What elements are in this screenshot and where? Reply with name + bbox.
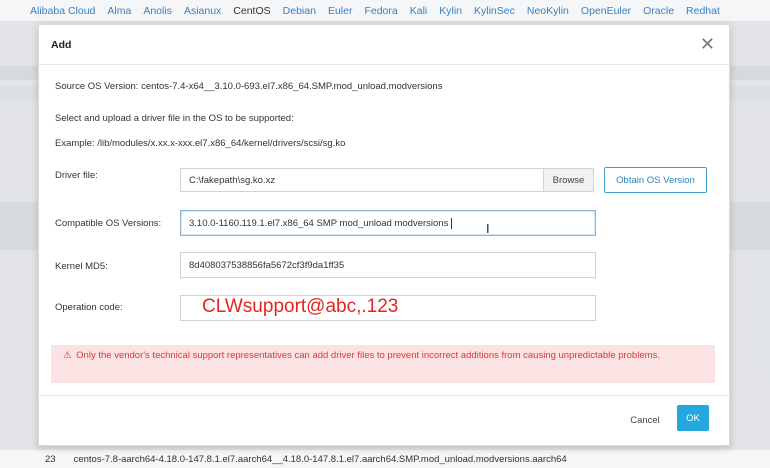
compatible-os-versions-input[interactable]: 3.10.0-1160.119.1.el7.x86_64 SMP mod_unl… [180, 210, 596, 236]
tab-kylinsec[interactable]: KylinSec [474, 5, 515, 17]
tab-redhat[interactable]: Redhat [686, 5, 720, 17]
dialog-header: Add ✕ [39, 25, 729, 65]
kernel-md5-label: Kernel MD5: [55, 261, 108, 272]
tab-anolis[interactable]: Anolis [143, 5, 172, 17]
warning-text: Only the vendor's technical support repr… [76, 350, 660, 361]
warning-alert: ⚠ Only the vendor's technical support re… [51, 345, 715, 383]
tab-kylin[interactable]: Kylin [439, 5, 462, 17]
obtain-os-version-button[interactable]: Obtain OS Version [604, 167, 707, 193]
tab-alibaba-cloud[interactable]: Alibaba Cloud [30, 5, 95, 17]
kernel-md5-input[interactable]: 8d408037538856fa5672cf3f9da1ff35 [180, 252, 596, 278]
tab-neokylin[interactable]: NeoKylin [527, 5, 569, 17]
operation-code-annotation: CLWsupport@abc,.123 [202, 296, 399, 317]
driver-file-input[interactable]: C:\fakepath\sg.ko.xz [180, 168, 544, 192]
tab-fedora[interactable]: Fedora [364, 5, 397, 17]
path-example: Example: /lib/modules/x.xx.x-xxx.el7.x86… [55, 138, 346, 149]
text-caret [451, 217, 453, 229]
cancel-button[interactable]: Cancel [625, 409, 665, 431]
tab-centos[interactable]: CentOS [233, 5, 270, 17]
dialog-title: Add [51, 39, 72, 51]
tab-euler[interactable]: Euler [328, 5, 353, 17]
upload-instruction: Select and upload a driver file in the O… [55, 113, 294, 124]
close-icon[interactable]: ✕ [700, 35, 715, 53]
tab-alma[interactable]: Alma [107, 5, 131, 17]
source-os-version: Source OS Version: centos-7.4-x64__3.10.… [55, 81, 443, 92]
ibeam-cursor-icon: I [486, 221, 490, 236]
row-index: 23 [45, 453, 56, 465]
operation-code-label: Operation code: [55, 302, 123, 313]
ok-button[interactable]: OK [677, 405, 709, 431]
tab-kali[interactable]: Kali [410, 5, 428, 17]
add-driver-dialog: Add ✕ Source OS Version: centos-7.4-x64_… [38, 24, 730, 446]
row-driver-name: centos-7.8-aarch64-4.18.0-147.8.1.el7.aa… [73, 453, 567, 465]
browse-button[interactable]: Browse [544, 168, 594, 192]
warning-triangle-icon: ⚠ [63, 350, 72, 361]
compatible-os-versions-label: Compatible OS Versions: [55, 218, 162, 229]
os-tab-bar: Alibaba Cloud Alma Anolis Asianux CentOS… [0, 0, 770, 22]
tab-oracle[interactable]: Oracle [643, 5, 674, 17]
footer-divider [39, 395, 729, 396]
table-row[interactable]: 23 centos-7.8-aarch64-4.18.0-147.8.1.el7… [0, 450, 770, 468]
tab-debian[interactable]: Debian [283, 5, 316, 17]
tab-openeuler[interactable]: OpenEuler [581, 5, 631, 17]
driver-file-label: Driver file: [55, 170, 98, 181]
tab-asianux[interactable]: Asianux [184, 5, 221, 17]
compatible-os-versions-value: 3.10.0-1160.119.1.el7.x86_64 SMP mod_unl… [189, 217, 449, 229]
